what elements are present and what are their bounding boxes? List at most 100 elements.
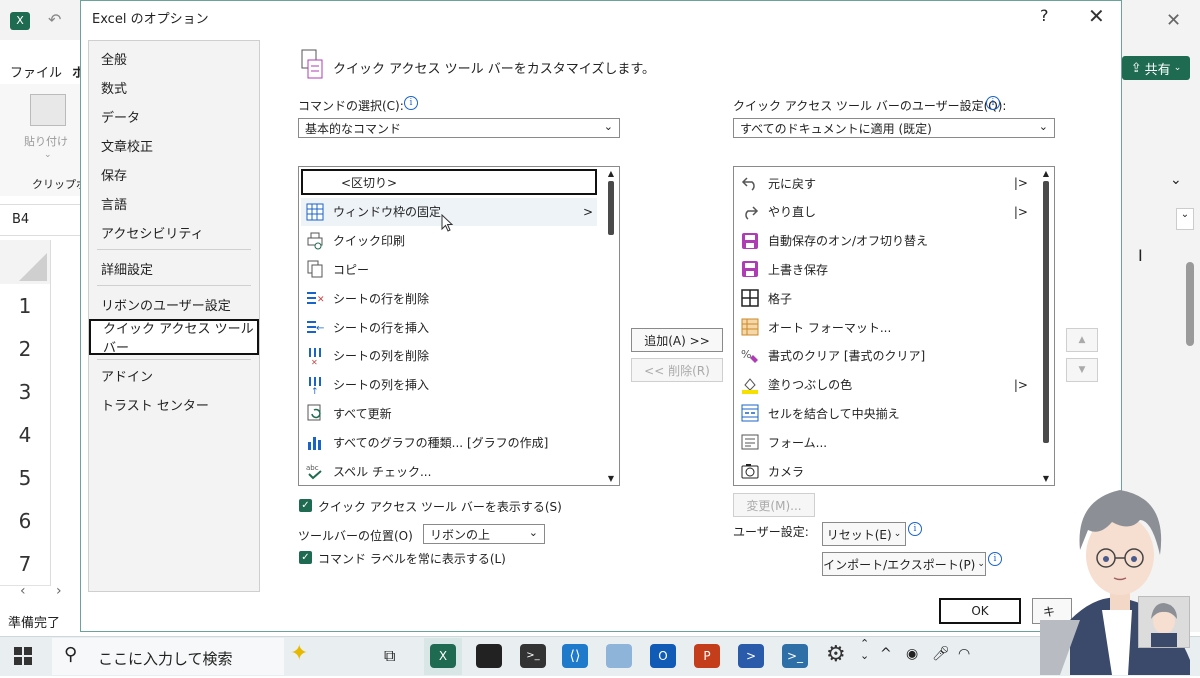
settings-gear-icon[interactable]: ⚙	[826, 642, 846, 667]
scroll-thumb[interactable]	[1043, 181, 1049, 443]
powershell-icon[interactable]: >	[738, 644, 764, 668]
list-item[interactable]: ✕ シートの列を削除	[301, 342, 597, 370]
row-header[interactable]: 4	[0, 413, 51, 457]
windows-start-icon[interactable]	[14, 647, 32, 668]
list-item[interactable]: abc スペル チェック...	[301, 457, 597, 485]
scroll-thumb[interactable]	[608, 181, 614, 235]
row-header[interactable]: 2	[0, 327, 51, 371]
show-labels-label[interactable]: コマンド ラベルを常に表示する(L)	[318, 550, 506, 567]
nav-item-advanced[interactable]: 詳細設定	[101, 259, 153, 278]
nav-item-data[interactable]: データ	[101, 107, 140, 126]
list-item[interactable]: % 書式のクリア [書式のクリア]	[736, 342, 1032, 370]
wifi-icon[interactable]: ◠	[958, 646, 970, 662]
qat-list[interactable]: 元に戻す |> やり直し |> 自動保存のオン/オフ切り替え 上書き保存 格子 オート フォー…	[733, 166, 1055, 486]
nav-item-customize-ribbon[interactable]: リボンのユーザー設定	[101, 295, 231, 314]
taskbar-overflow-icon[interactable]: ⌃ ⌄	[860, 638, 869, 662]
list-item[interactable]: 上書き保存	[736, 255, 1032, 283]
qat-scrollbar[interactable]: ▲ ▼	[1040, 169, 1052, 483]
close-button[interactable]: ✕	[1088, 4, 1105, 28]
row-header[interactable]: 1	[0, 284, 51, 328]
list-item[interactable]: やり直し |>	[736, 198, 1032, 226]
namebox[interactable]: B4	[12, 212, 29, 227]
show-hidden-icons[interactable]: ^	[880, 646, 892, 662]
commands-list[interactable]: <区切り> ウィンドウ枠の固定 > クイック印刷 コピー ✕ シートの行を削除 ← シートの行を…	[298, 166, 620, 486]
list-item[interactable]: 塗りつぶしの色 |>	[736, 371, 1032, 399]
row-header[interactable]: 6	[0, 499, 51, 543]
scroll-down-icon[interactable]: ▼	[605, 474, 617, 483]
excel-taskbar-icon[interactable]: X	[430, 644, 456, 668]
info-icon[interactable]: i	[988, 552, 1002, 566]
remove-button[interactable]: << 削除(R)	[631, 358, 723, 382]
undo-icon[interactable]: ↶	[48, 10, 61, 29]
tab-file[interactable]: ファイル	[10, 62, 62, 81]
notepad-icon[interactable]	[606, 644, 632, 668]
close-window-icon[interactable]: ✕	[1166, 10, 1181, 31]
commands-scrollbar[interactable]: ▲ ▼	[605, 169, 617, 483]
terminal-icon[interactable]: >_	[520, 644, 546, 668]
formula-expand-icon[interactable]: ⌄	[1176, 208, 1194, 230]
select-all-corner[interactable]	[0, 240, 51, 284]
nav-item-addins[interactable]: アドイン	[101, 366, 153, 385]
paste-icon[interactable]	[30, 94, 66, 126]
info-icon[interactable]: i	[404, 96, 418, 110]
powershell-admin-icon[interactable]: >_	[782, 644, 808, 668]
move-up-button[interactable]: ▲	[1066, 328, 1098, 352]
import-export-button[interactable]: インポート/エクスポート(P) ⌄	[822, 552, 986, 576]
move-down-button[interactable]: ▼	[1066, 358, 1098, 382]
share-button[interactable]: ⇪ 共有 ⌄	[1122, 56, 1190, 80]
list-item[interactable]: ✕ シートの行を削除	[301, 284, 597, 312]
nav-item-quick-access-toolbar[interactable]: クイック アクセス ツール バー	[89, 319, 259, 356]
nav-item-trust-center[interactable]: トラスト センター	[101, 395, 209, 414]
row-header[interactable]: 3	[0, 370, 51, 414]
sheet-scroll-right-icon[interactable]: ›	[56, 583, 62, 599]
nav-item-language[interactable]: 言語	[101, 194, 127, 213]
row-header[interactable]: 5	[0, 456, 51, 500]
chevron-down-icon[interactable]: ⌄	[44, 150, 52, 160]
scroll-up-icon[interactable]: ▲	[1040, 169, 1052, 179]
list-item[interactable]: すべてのグラフの種類... [グラフの作成]	[301, 428, 597, 456]
outlook-icon[interactable]: O	[650, 644, 676, 668]
chart-icon	[305, 432, 325, 452]
ok-button[interactable]: OK	[939, 598, 1021, 624]
add-button[interactable]: 追加(A) >>	[631, 328, 723, 352]
ribbon-collapse-icon[interactable]: ⌄	[1170, 172, 1182, 188]
info-icon[interactable]: i	[986, 96, 1000, 110]
nav-item-accessibility[interactable]: アクセシビリティ	[101, 223, 204, 242]
taskbar-search-input[interactable]: ここに入力して検索	[98, 648, 233, 669]
show-qat-label[interactable]: クイック アクセス ツール バーを表示する(S)	[318, 498, 562, 515]
list-item[interactable]: セルを結合して中央揃え	[736, 399, 1032, 427]
nav-item-general[interactable]: 全般	[101, 49, 127, 68]
list-item[interactable]: ↑ シートの列を挿入	[301, 371, 597, 399]
video-editor-icon[interactable]	[476, 644, 502, 668]
powerpoint-icon[interactable]: P	[694, 644, 720, 668]
list-item[interactable]: フォーム...	[736, 428, 1032, 456]
list-item[interactable]: オート フォーマット...	[736, 313, 1032, 341]
nav-item-formulas[interactable]: 数式	[101, 78, 127, 97]
choose-commands-select[interactable]: 基本的なコマンド ⌄	[298, 118, 620, 138]
info-icon[interactable]: i	[908, 522, 922, 536]
toolbar-position-select[interactable]: リボンの上 ⌄	[423, 524, 545, 544]
nav-item-save[interactable]: 保存	[101, 165, 127, 184]
list-item[interactable]: 格子	[736, 284, 1032, 312]
list-item[interactable]: カメラ	[736, 457, 1032, 485]
sheet-scroll-left-icon[interactable]: ‹	[20, 583, 26, 599]
list-item[interactable]: すべて更新	[301, 399, 597, 427]
task-view-icon[interactable]: ⧉	[384, 646, 395, 666]
show-labels-checkbox[interactable]: ✓	[299, 551, 312, 564]
list-item[interactable]: 元に戻す |>	[736, 169, 1032, 197]
copilot-sparkle-icon[interactable]: ✦	[290, 641, 308, 666]
customize-qat-select[interactable]: すべてのドキュメントに適用 (既定) ⌄	[733, 118, 1055, 138]
list-item[interactable]: <区切り>	[301, 169, 597, 195]
help-button[interactable]: ?	[1040, 6, 1049, 25]
list-item[interactable]: 自動保存のオン/オフ切り替え	[736, 227, 1032, 255]
modify-button[interactable]: 変更(M)...	[733, 493, 815, 517]
scroll-up-icon[interactable]: ▲	[605, 169, 617, 179]
reset-button[interactable]: リセット(E) ⌄	[822, 522, 906, 546]
vertical-scrollbar[interactable]	[1186, 262, 1194, 346]
row-header[interactable]: 7	[0, 542, 51, 586]
show-qat-checkbox[interactable]: ✓	[299, 499, 312, 512]
list-item[interactable]: コピー	[301, 255, 597, 283]
nav-item-proofing[interactable]: 文章校正	[101, 136, 153, 155]
vscode-icon[interactable]: ⟨⟩	[562, 644, 588, 668]
list-item[interactable]: ← シートの行を挿入	[301, 313, 597, 341]
